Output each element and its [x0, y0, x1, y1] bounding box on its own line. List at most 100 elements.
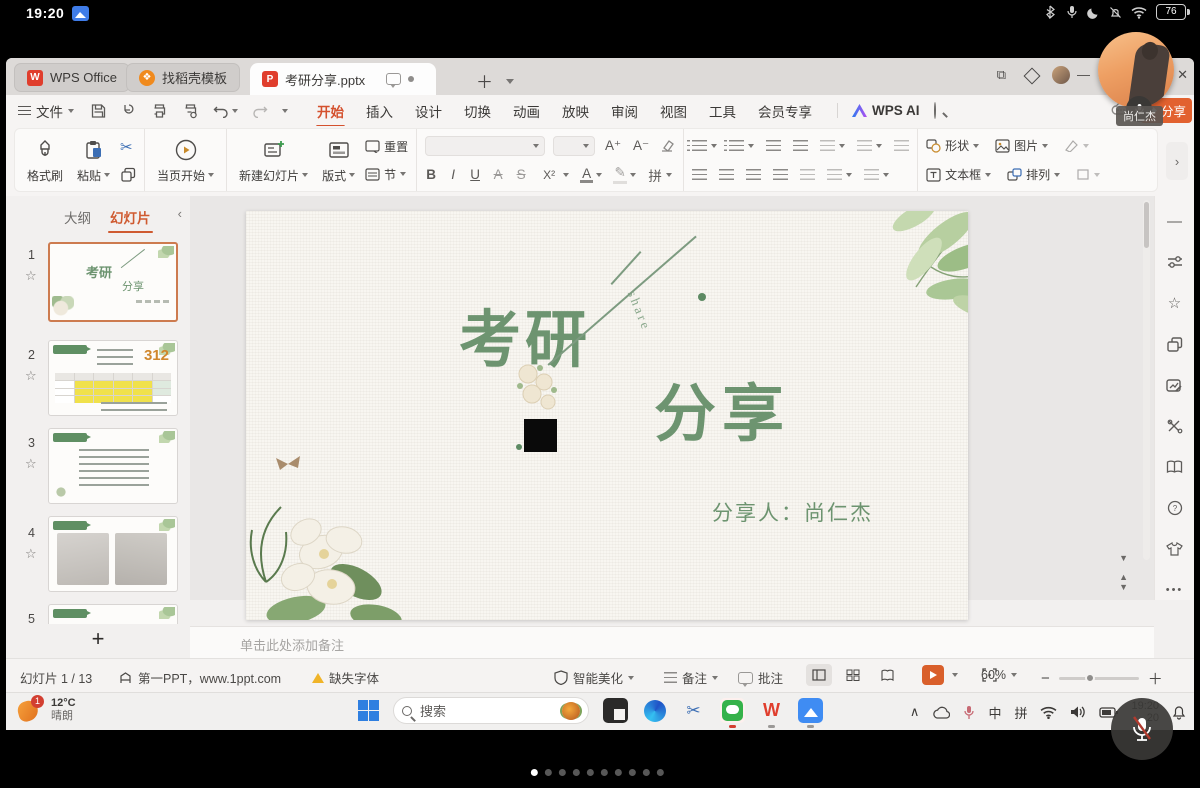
print-preview-icon[interactable]	[182, 103, 199, 119]
strike-a-button[interactable]: A	[492, 167, 504, 182]
zoom-slider[interactable]	[1059, 677, 1139, 680]
outline-tab[interactable]: 大纲	[64, 207, 91, 227]
slide-thumbnail-4[interactable]	[48, 516, 178, 592]
play-from-current-button[interactable]: 当页开始	[153, 135, 218, 186]
font-color-button[interactable]: A	[580, 167, 593, 183]
slideshow-play-button[interactable]	[922, 665, 944, 685]
notes-bar[interactable]: 单击此处添加备注	[190, 626, 1154, 658]
tab-document-active[interactable]: P 考研分享.pptx	[250, 63, 436, 95]
paste-button[interactable]: 粘贴	[73, 135, 114, 186]
comments-button[interactable]: 批注	[738, 668, 783, 687]
start-button[interactable]	[358, 700, 379, 721]
black-square-shape[interactable]	[524, 419, 557, 452]
comment-bubble-icon[interactable]	[386, 73, 401, 85]
undo-button[interactable]	[213, 104, 238, 118]
page-dot-active[interactable]	[531, 769, 538, 776]
strikethrough-button[interactable]: S	[515, 167, 527, 182]
new-slide-button[interactable]: 新建幻灯片	[235, 135, 312, 186]
ime-pinyin-indicator[interactable]: 拼	[1014, 703, 1027, 722]
file-explorer-icon[interactable]	[603, 698, 628, 723]
layers-pane-icon[interactable]	[1166, 335, 1184, 353]
taskbar-weather-widget[interactable]: 1 12°C 晴朗	[18, 697, 76, 723]
notification-bell-icon[interactable]	[1172, 705, 1186, 720]
tab-home[interactable]: 开始	[306, 96, 355, 126]
next-slide-button[interactable]: ▲▼	[1119, 572, 1128, 592]
notes-toggle-button[interactable]: 备注	[664, 668, 718, 687]
window-minimize-button[interactable]: —	[1077, 67, 1090, 82]
format-painter-button[interactable]: 格式刷	[23, 135, 67, 186]
cutout-tool-icon[interactable]	[1166, 417, 1184, 435]
account-avatar[interactable]	[1052, 66, 1070, 84]
zoom-level[interactable]: 60%	[981, 668, 1017, 682]
tab-insert[interactable]: 插入	[355, 96, 404, 126]
highlight-color-button[interactable]: ✎	[613, 165, 627, 184]
clear-format-icon[interactable]	[659, 139, 675, 153]
tab-transition[interactable]: 切换	[453, 96, 502, 126]
slide-thumbnail-2[interactable]: 312	[48, 340, 178, 416]
file-menu[interactable]: 文件	[18, 101, 74, 121]
help-icon[interactable]: ?	[1166, 499, 1184, 517]
print-icon[interactable]	[151, 103, 168, 119]
tab-animation[interactable]: 动画	[502, 96, 551, 126]
redo-button[interactable]	[252, 104, 268, 118]
missing-font-warning[interactable]: 缺失字体	[312, 668, 379, 687]
zoom-out-button[interactable]: −	[1041, 670, 1050, 687]
zoom-in-button[interactable]: ＋	[1148, 668, 1163, 689]
bullet-list-button[interactable]	[692, 140, 707, 151]
collapse-rail-icon[interactable]: —	[1166, 212, 1184, 230]
decrease-font-button[interactable]: A⁻	[631, 138, 651, 154]
reset-slide-button[interactable]: 重置	[365, 138, 408, 155]
tab-wps-home[interactable]: W WPS Office	[14, 63, 130, 92]
normal-view-button[interactable]	[806, 664, 832, 686]
slide-thumbnail-5[interactable]	[48, 604, 178, 624]
window-restore-icon[interactable]: ⧉	[997, 67, 1006, 83]
microphone-tray-icon[interactable]	[963, 705, 975, 720]
shapes-button[interactable]: 形状	[926, 137, 979, 154]
favorite-star-icon[interactable]: ☆	[25, 368, 37, 384]
section-button[interactable]: 节	[365, 166, 408, 183]
slide-1-canvas[interactable]: 考研 share 分享 分享人：尚仁杰	[246, 211, 968, 620]
object-properties-icon[interactable]	[1166, 253, 1184, 271]
decrease-indent-button[interactable]	[766, 140, 781, 151]
tab-list-dropdown[interactable]	[506, 71, 514, 89]
align-center-button[interactable]	[719, 169, 734, 180]
bold-button[interactable]: B	[425, 167, 437, 182]
tab-review[interactable]: 审阅	[600, 96, 649, 126]
ime-language-indicator[interactable]: 中	[988, 703, 1001, 722]
docer-resources-icon[interactable]: ☆	[1166, 294, 1184, 312]
font-family-select[interactable]	[425, 136, 545, 156]
arrange-button[interactable]: 排列	[1007, 166, 1060, 183]
play-options-dropdown[interactable]	[952, 673, 958, 677]
edge-browser-icon[interactable]	[642, 698, 667, 723]
smart-beautify-button[interactable]: 智能美化	[554, 668, 634, 687]
picture-button[interactable]: 图片	[995, 137, 1048, 154]
learning-center-icon[interactable]	[1166, 458, 1184, 476]
taskbar-search[interactable]: 搜索	[393, 697, 589, 724]
export-icon[interactable]	[121, 103, 137, 119]
numbered-list-button[interactable]	[729, 140, 744, 151]
zoom-slider-knob[interactable]	[1085, 673, 1095, 683]
add-slide-button[interactable]: +	[92, 626, 105, 652]
slide-sorter-view-button[interactable]	[840, 664, 866, 686]
tab-member[interactable]: 会员专享	[747, 96, 823, 126]
presenter-text[interactable]: 分享人：尚仁杰	[712, 497, 873, 527]
hidden-icons-chevron[interactable]: ∧	[910, 704, 920, 720]
increase-indent-button[interactable]	[793, 140, 808, 151]
textbox-button[interactable]: 文本框	[926, 166, 991, 183]
collapse-panel-button[interactable]: ‹	[178, 206, 182, 221]
save-icon[interactable]	[90, 103, 107, 119]
align-objects-button[interactable]	[864, 169, 879, 180]
text-direction-button[interactable]	[820, 140, 835, 151]
page-dot[interactable]	[629, 769, 636, 776]
canvas-scrollbar[interactable]	[1143, 200, 1150, 560]
ribbon-expand-button[interactable]: ›	[1166, 142, 1188, 180]
wps-taskbar-icon[interactable]: W	[759, 698, 784, 723]
quickbar-more-dropdown[interactable]	[282, 109, 288, 113]
line-spacing-button[interactable]	[827, 169, 842, 180]
prev-slide-button[interactable]: ▼	[1119, 553, 1128, 563]
reading-view-button[interactable]	[874, 664, 900, 686]
page-dot[interactable]	[601, 769, 608, 776]
vertical-text-button[interactable]	[857, 140, 872, 151]
new-tab-button[interactable]: ＋	[476, 68, 493, 93]
favorite-star-icon[interactable]: ☆	[25, 456, 37, 472]
